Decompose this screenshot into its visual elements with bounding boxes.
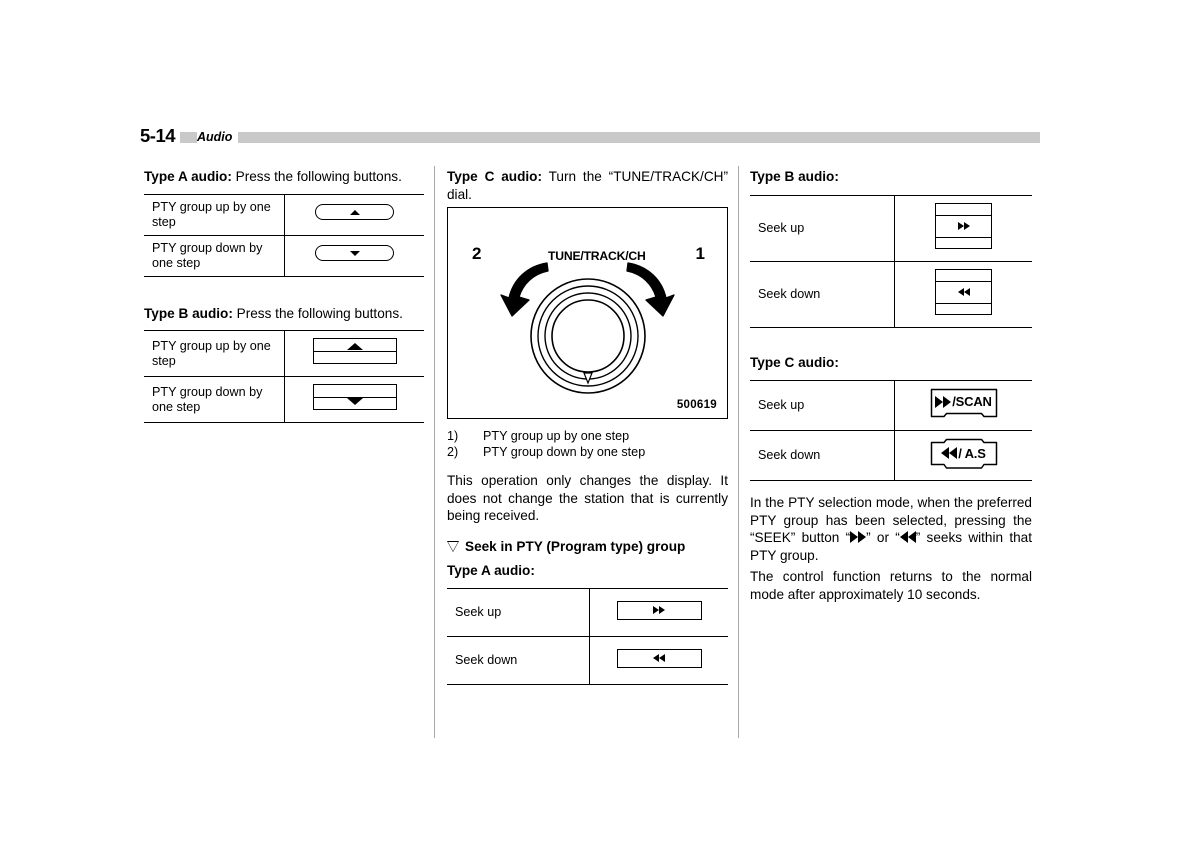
display-only-note: This operation only changes the display.… (447, 473, 728, 523)
type-a-pty-table: PTY group up by one step PTY group down … (144, 193, 424, 277)
seek-type-a-heading: Type A audio: (447, 562, 535, 578)
pty-down-button-graphic[interactable] (312, 384, 397, 410)
type-a-instruction: Type A audio: Press the following button… (144, 168, 424, 186)
column-divider-left (434, 166, 435, 738)
table-row: Seek up (750, 194, 1032, 262)
table-row: Seek down (750, 260, 1032, 328)
pty-down-button-graphic[interactable] (315, 245, 394, 261)
list-item: 2) PTY group down by one step (447, 444, 728, 460)
table-row: Seek up /SCAN (750, 380, 1032, 431)
fast-forward-icon (618, 602, 701, 619)
tune-track-ch-dial-figure: TUNE/TRACK/CH 1 2 500619 (447, 207, 728, 419)
type-b-pty-table: PTY group up by one step PTY group down … (144, 330, 424, 423)
row-button-cell (589, 636, 728, 685)
dial-illustration (500, 262, 675, 394)
rewind-icon (936, 270, 991, 314)
right-column: Type B audio: Seek up Seek down Type C a… (750, 168, 1032, 607)
type-a-label: Type A audio: (144, 169, 232, 184)
row-button-cell (284, 193, 424, 236)
pty-up-button-graphic[interactable] (312, 338, 397, 364)
type-b-label: Type B audio: (144, 305, 233, 321)
down-arrow-icon (314, 385, 396, 409)
fast-forward-scan-icon: /SCAN (930, 388, 998, 418)
row-label: Seek up (750, 380, 895, 431)
seek-down-button-graphic[interactable] (935, 268, 992, 315)
type-a-seek-table: Seek up Seek down (447, 588, 728, 685)
seek-up-scan-button-graphic[interactable]: /SCAN (930, 388, 998, 418)
middle-column: Type C audio: Turn the “TUNE/TRACK/CH” d… (447, 168, 728, 685)
table-row: Seek up (447, 588, 728, 637)
legend-number: 2) (447, 445, 459, 459)
seek-up-button-graphic[interactable] (935, 202, 992, 249)
seek-down-button-graphic[interactable] (616, 648, 702, 668)
row-label: Seek down (750, 430, 895, 481)
type-c-instruction: Type C audio: Turn the “TUNE/TRACK/CH” d… (447, 168, 728, 203)
row-label: Seek up (750, 194, 895, 262)
type-b-instruction-text: Press the following buttons. (232, 305, 403, 321)
table-row: PTY group up by one step (144, 193, 424, 236)
row-label: PTY group down by one step (144, 376, 285, 423)
type-b-instruction: Type B audio: Press the following button… (144, 305, 424, 323)
legend-text: PTY group up by one step (483, 429, 630, 443)
row-label: Seek down (750, 260, 895, 328)
row-label: PTY group up by one step (144, 193, 285, 236)
row-label: Seek up (447, 588, 590, 637)
column-divider-right (738, 166, 739, 738)
rewind-as-icon: / A.S (930, 438, 998, 468)
type-c-seek-table: Seek up /SCAN Seek down / A.S (750, 380, 1032, 481)
pty-seek-note: In the PTY selection mode, when the pref… (750, 494, 1032, 564)
as-label: / A.S (958, 445, 986, 461)
rewind-icon (618, 650, 701, 667)
table-row: PTY group up by one step (144, 330, 424, 377)
row-button-cell (589, 588, 728, 637)
left-column: Type A audio: Press the following button… (144, 168, 424, 423)
up-arrow-icon (316, 205, 393, 219)
fast-forward-icon (850, 531, 867, 543)
figure-legend: 1) PTY group up by one step 2) PTY group… (447, 428, 728, 460)
table-row: PTY group down by one step (144, 376, 424, 423)
up-arrow-icon (314, 339, 396, 363)
type-a-instruction-text: Press the following buttons. (231, 169, 402, 184)
legend-number: 1) (447, 429, 459, 443)
row-button-cell (894, 194, 1032, 262)
row-button-cell (284, 376, 424, 423)
section-title: Audio (197, 128, 239, 147)
figure-id: 500619 (676, 399, 717, 411)
right-type-b-heading: Type B audio: (750, 169, 839, 184)
pty-up-button-graphic[interactable] (315, 204, 394, 220)
rewind-icon (899, 531, 916, 543)
table-row: Seek down (447, 636, 728, 685)
table-row: Seek down / A.S (750, 430, 1032, 481)
triangle-bullet-icon (447, 540, 459, 552)
seek-in-pty-heading: Seek in PTY (Program type) group (447, 537, 728, 556)
row-label: Seek down (447, 636, 590, 685)
pty-seek-note-part2: ” or “ (866, 530, 900, 545)
list-item: 1) PTY group up by one step (447, 428, 728, 444)
seek-down-as-button-graphic[interactable]: / A.S (930, 438, 998, 469)
row-button-cell (284, 330, 424, 377)
row-button-cell (894, 260, 1032, 328)
page-number: 5-14 (140, 124, 181, 147)
type-b-seek-table: Seek up Seek down (750, 194, 1032, 328)
down-arrow-icon (316, 246, 393, 260)
table-row: PTY group down by one step (144, 234, 424, 277)
normal-mode-note: The control function returns to the norm… (750, 569, 1032, 602)
fast-forward-icon (936, 204, 991, 248)
scan-label: /SCAN (952, 394, 992, 409)
row-label: PTY group up by one step (144, 330, 285, 377)
type-c-label: Type C audio: (447, 169, 543, 184)
right-type-c-heading: Type C audio: (750, 354, 839, 370)
row-button-cell: / A.S (894, 430, 1032, 481)
header-rule-bar (140, 132, 1040, 143)
seek-up-button-graphic[interactable] (616, 600, 702, 620)
seek-in-pty-heading-text: Seek in PTY (Program type) group (465, 538, 686, 554)
row-label: PTY group down by one step (144, 234, 285, 277)
row-button-cell (284, 234, 424, 277)
page-header: 5-14 Audio (140, 124, 1040, 150)
row-button-cell: /SCAN (894, 380, 1032, 431)
legend-text: PTY group down by one step (483, 445, 646, 459)
